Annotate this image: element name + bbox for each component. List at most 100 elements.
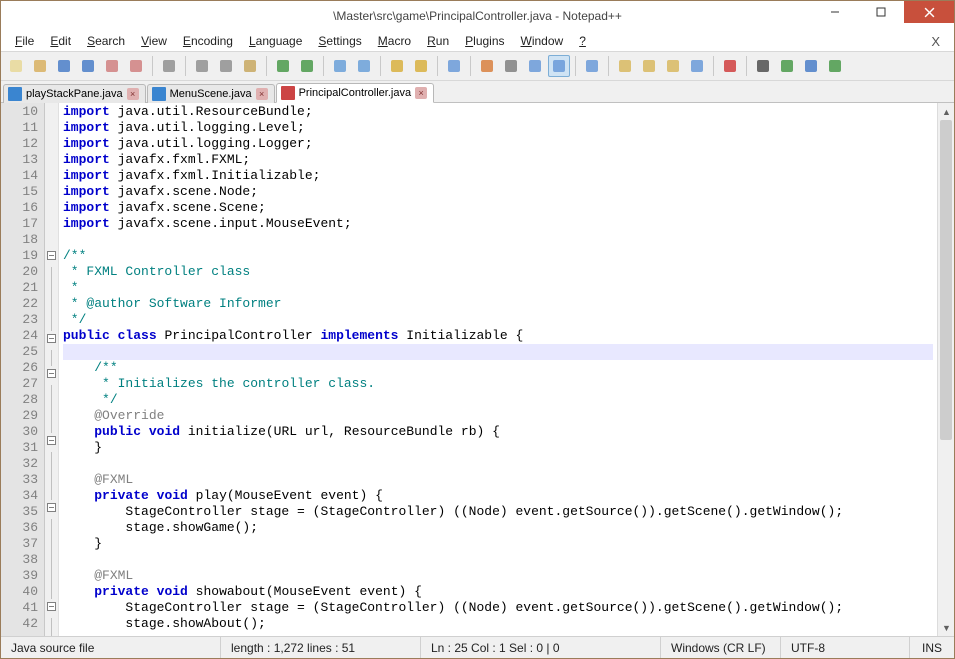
monitor-icon[interactable] bbox=[581, 55, 603, 77]
code-line[interactable]: * bbox=[63, 280, 933, 296]
status-bar: Java source file length : 1,272 lines : … bbox=[1, 636, 954, 658]
tab-menuscene[interactable]: MenuScene.java × bbox=[147, 84, 275, 103]
code-line[interactable]: @FXML bbox=[63, 472, 933, 488]
code-line[interactable]: * @author Software Informer bbox=[63, 296, 933, 312]
code-line[interactable] bbox=[63, 552, 933, 568]
scroll-thumb[interactable] bbox=[940, 120, 952, 440]
tab-principalcontroller[interactable]: PrincipalController.java× bbox=[276, 83, 435, 103]
menu-plugins[interactable]: Plugins bbox=[457, 32, 512, 50]
code-line[interactable]: stage.showAbout(); bbox=[63, 616, 933, 632]
chars-icon[interactable] bbox=[500, 55, 522, 77]
replace-icon[interactable] bbox=[353, 55, 375, 77]
play-macro-icon[interactable] bbox=[776, 55, 798, 77]
fold-toggle-icon[interactable] bbox=[47, 251, 56, 260]
menu-file[interactable]: File bbox=[7, 32, 42, 50]
scroll-down-icon[interactable]: ▼ bbox=[938, 619, 954, 636]
cut-icon[interactable] bbox=[191, 55, 213, 77]
close-icon[interactable]: × bbox=[256, 88, 268, 100]
code-line[interactable]: private void showabout(MouseEvent event)… bbox=[63, 584, 933, 600]
save-all-icon[interactable] bbox=[77, 55, 99, 77]
code-line[interactable]: /** bbox=[63, 248, 933, 264]
code-line[interactable]: public class PrincipalController impleme… bbox=[63, 328, 933, 344]
code-line[interactable]: } bbox=[63, 440, 933, 456]
scroll-up-icon[interactable]: ▲ bbox=[938, 103, 954, 120]
close-icon[interactable]: × bbox=[127, 88, 139, 100]
indent-icon[interactable] bbox=[524, 55, 546, 77]
menu-search[interactable]: Search bbox=[79, 32, 133, 50]
find-icon[interactable] bbox=[329, 55, 351, 77]
menu-document-close[interactable]: X bbox=[923, 34, 948, 49]
code-line[interactable]: */ bbox=[63, 312, 933, 328]
code-line[interactable]: @Override bbox=[63, 408, 933, 424]
paste-icon[interactable] bbox=[239, 55, 261, 77]
sync-icon[interactable] bbox=[443, 55, 465, 77]
status-position: Ln : 25 Col : 1 Sel : 0 | 0 bbox=[421, 637, 661, 658]
fold-toggle-icon[interactable] bbox=[47, 436, 56, 445]
code-line[interactable]: import javafx.scene.Node; bbox=[63, 184, 933, 200]
tab-playstackpane[interactable]: playStackPane.java× bbox=[3, 84, 146, 103]
code-line[interactable]: import javafx.fxml.Initializable; bbox=[63, 168, 933, 184]
code-line[interactable]: import javafx.fxml.FXML; bbox=[63, 152, 933, 168]
code-line[interactable]: @FXML bbox=[63, 568, 933, 584]
code-line[interactable]: import java.util.ResourceBundle; bbox=[63, 104, 933, 120]
stop-icon[interactable] bbox=[752, 55, 774, 77]
menu-help[interactable]: ? bbox=[571, 32, 594, 50]
menu-view[interactable]: View bbox=[133, 32, 175, 50]
menu-window[interactable]: Window bbox=[513, 32, 572, 50]
zoom-out-icon[interactable] bbox=[410, 55, 432, 77]
code-line[interactable]: } bbox=[63, 536, 933, 552]
code-line[interactable]: stage.showGame(); bbox=[63, 520, 933, 536]
redo-icon[interactable] bbox=[296, 55, 318, 77]
open-icon[interactable] bbox=[29, 55, 51, 77]
fold-toggle-icon[interactable] bbox=[47, 369, 56, 378]
menu-encoding[interactable]: Encoding bbox=[175, 32, 241, 50]
wrap-icon[interactable] bbox=[476, 55, 498, 77]
fold-toggle-icon[interactable] bbox=[47, 334, 56, 343]
close-all-icon[interactable] bbox=[125, 55, 147, 77]
code-line[interactable]: * Initializes the controller class. bbox=[63, 376, 933, 392]
folder-icon[interactable] bbox=[662, 55, 684, 77]
code-line[interactable]: private void play(MouseEvent event) { bbox=[63, 488, 933, 504]
code-line[interactable] bbox=[63, 232, 933, 248]
new-icon[interactable] bbox=[5, 55, 27, 77]
code-line[interactable]: import javafx.scene.input.MouseEvent; bbox=[63, 216, 933, 232]
fast-icon[interactable] bbox=[800, 55, 822, 77]
vertical-scrollbar[interactable]: ▲ ▼ bbox=[937, 103, 954, 636]
code-line[interactable]: /** bbox=[63, 360, 933, 376]
close-icon[interactable] bbox=[101, 55, 123, 77]
code-line[interactable]: import java.util.logging.Level; bbox=[63, 120, 933, 136]
play-list-icon[interactable] bbox=[824, 55, 846, 77]
code-line[interactable]: StageController stage = (StageController… bbox=[63, 504, 933, 520]
record-icon[interactable] bbox=[719, 55, 741, 77]
print-icon[interactable] bbox=[158, 55, 180, 77]
maximize-button[interactable] bbox=[858, 1, 904, 23]
code-line[interactable]: StageController stage = (StageController… bbox=[63, 600, 933, 616]
undo-icon[interactable] bbox=[272, 55, 294, 77]
menu-run[interactable]: Run bbox=[419, 32, 457, 50]
code-line[interactable]: import javafx.scene.Scene; bbox=[63, 200, 933, 216]
menu-language[interactable]: Language bbox=[241, 32, 310, 50]
menu-edit[interactable]: Edit bbox=[42, 32, 79, 50]
doc1-icon[interactable] bbox=[614, 55, 636, 77]
fold-toggle-icon[interactable] bbox=[47, 503, 56, 512]
code-line[interactable]: public void initialize(URL url, Resource… bbox=[63, 424, 933, 440]
save-icon[interactable] bbox=[53, 55, 75, 77]
copy-icon[interactable] bbox=[215, 55, 237, 77]
code-line[interactable] bbox=[63, 344, 933, 360]
menu-settings[interactable]: Settings bbox=[310, 32, 369, 50]
tab-label: MenuScene.java bbox=[170, 88, 252, 100]
eye-icon[interactable] bbox=[686, 55, 708, 77]
code-editor[interactable]: import java.util.ResourceBundle;import j… bbox=[59, 103, 937, 636]
doc2-icon[interactable] bbox=[638, 55, 660, 77]
close-icon[interactable]: × bbox=[415, 87, 427, 99]
lang-icon[interactable] bbox=[548, 55, 570, 77]
code-line[interactable]: import java.util.logging.Logger; bbox=[63, 136, 933, 152]
code-line[interactable]: */ bbox=[63, 392, 933, 408]
minimize-button[interactable] bbox=[812, 1, 858, 23]
close-button[interactable] bbox=[904, 1, 954, 23]
fold-toggle-icon[interactable] bbox=[47, 602, 56, 611]
code-line[interactable] bbox=[63, 456, 933, 472]
zoom-in-icon[interactable] bbox=[386, 55, 408, 77]
menu-macro[interactable]: Macro bbox=[370, 32, 419, 50]
code-line[interactable]: * FXML Controller class bbox=[63, 264, 933, 280]
